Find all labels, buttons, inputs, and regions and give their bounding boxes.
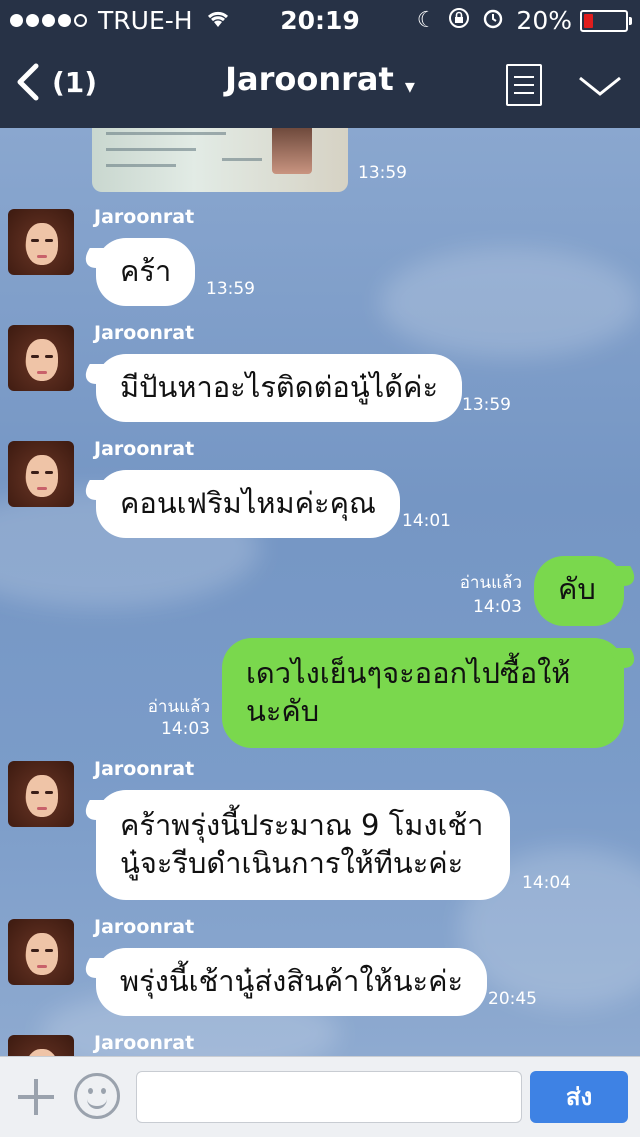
caret-down-icon: ▾ [404,73,415,98]
message-time: 20:45 [488,989,537,1009]
read-receipt: อ่านแล้ว [147,697,210,717]
chat-title-dropdown[interactable]: Jaroonrat ▾ [0,60,640,98]
id-card-photo [272,128,312,174]
chat-title: Jaroonrat [225,60,394,98]
app-header: TRUE-H 20:19 ☾ 20% (1) Jaroonrat ▾ [0,0,640,128]
moon-icon: ☾ [416,8,437,33]
photo-message[interactable] [92,128,348,192]
message-time: 13:59 [358,163,407,183]
avatar[interactable] [8,919,74,985]
sender-name: Jaroonrat [94,322,195,344]
chat-area[interactable]: 13:59 Jaroonrat คร้า 13:59 Jaroonrat มีป… [0,128,640,1056]
status-bar: TRUE-H 20:19 ☾ 20% [0,0,640,40]
send-button[interactable]: ส่ง [530,1071,628,1123]
avatar[interactable] [8,761,74,827]
avatar[interactable] [8,325,74,391]
message-bubble[interactable]: คร้าพรุ่งนี้ประมาณ 9 โมงเช้านู๋จะรีบดำเน… [96,790,510,900]
battery-percent: 20% [516,6,572,35]
message-time: 13:59 [206,279,255,299]
emoji-icon[interactable] [74,1073,120,1119]
message-bubble[interactable]: มีปันหาอะไรติดต่อนู๋ได้ค่ะ [96,354,463,422]
message-bubble[interactable]: คอนเฟริมไหมค่ะคุณ [96,470,400,538]
plus-icon[interactable] [16,1077,56,1121]
message-time: 13:59 [462,395,511,415]
message-bubble[interactable]: พรุ่งนี้เช้านู๋ส่งสินค้าให้นะค่ะ [96,948,488,1016]
notes-button[interactable] [506,64,542,106]
sender-name: Jaroonrat [94,206,195,228]
status-right: ☾ 20% [416,6,632,35]
avatar[interactable] [8,441,74,507]
message-input[interactable] [136,1071,522,1123]
alarm-icon [482,7,504,35]
sender-name: Jaroonrat [94,758,195,780]
message-time: 14:04 [522,873,571,893]
read-receipt: อ่านแล้ว [459,573,522,593]
message-bubble-outgoing[interactable]: เดวไงเย็นๆจะออกไปซื้อให้นะคับ [222,638,624,748]
message-input-bar: ส่ง [0,1056,640,1137]
message-time: 14:03 [473,597,522,617]
sender-name: Jaroonrat [94,916,195,938]
background-cloud [380,248,640,358]
sender-name: Jaroonrat [94,438,195,460]
battery-icon [580,9,632,32]
message-time: 14:01 [402,511,451,531]
nav-bar: (1) Jaroonrat ▾ [0,40,640,128]
message-time: 14:03 [161,719,210,739]
message-bubble-outgoing[interactable]: คับ [534,556,624,626]
avatar[interactable] [8,209,74,275]
sender-name: Jaroonrat [94,1032,195,1054]
rotation-lock-icon [448,7,470,35]
avatar[interactable] [8,1035,74,1056]
chevron-down-icon[interactable] [578,74,622,102]
message-bubble[interactable]: คร้า [96,238,196,306]
